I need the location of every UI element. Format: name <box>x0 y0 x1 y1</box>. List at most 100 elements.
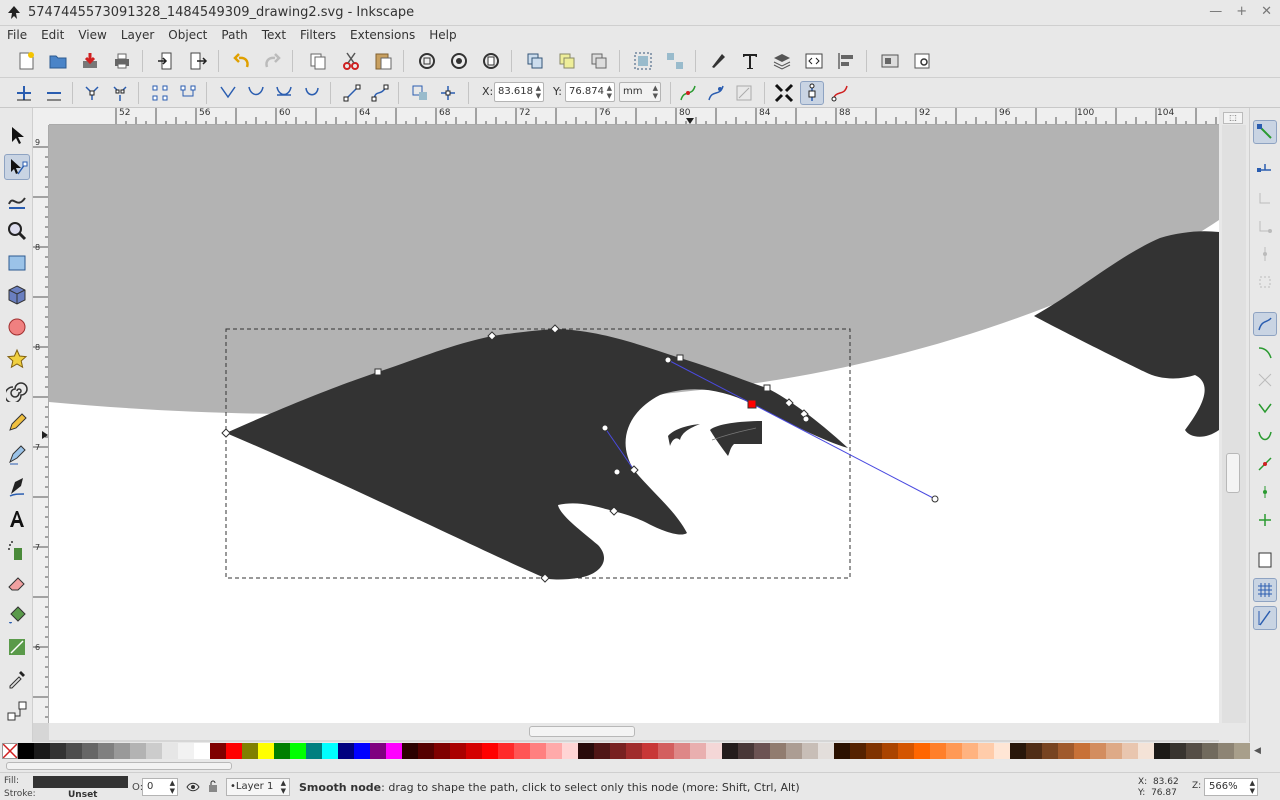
color-swatch[interactable] <box>386 743 402 759</box>
zoom-input[interactable]: 566% ▲ ▼ <box>1204 778 1258 796</box>
ellipse-tool[interactable] <box>4 314 30 340</box>
color-swatch[interactable] <box>530 743 546 759</box>
menu-layer[interactable]: Layer <box>114 28 161 42</box>
menu-path[interactable]: Path <box>214 28 254 42</box>
color-swatch[interactable] <box>1042 743 1058 759</box>
color-swatch[interactable] <box>626 743 642 759</box>
color-swatch[interactable] <box>514 743 530 759</box>
scroll-thumb[interactable] <box>1226 453 1240 493</box>
text-font-button[interactable] <box>738 49 762 73</box>
color-swatch[interactable] <box>194 743 210 759</box>
color-swatch[interactable] <box>1154 743 1170 759</box>
delete-node-button[interactable] <box>42 81 66 105</box>
node-handle[interactable] <box>664 356 672 364</box>
xml-editor-button[interactable] <box>802 49 826 73</box>
object-to-path-button[interactable] <box>408 81 432 105</box>
color-swatch[interactable] <box>978 743 994 759</box>
color-swatch[interactable] <box>770 743 786 759</box>
color-swatch[interactable] <box>466 743 482 759</box>
color-swatch[interactable] <box>754 743 770 759</box>
snap-paths-button[interactable] <box>1253 340 1277 364</box>
pen-tool[interactable] <box>4 442 30 468</box>
color-swatch[interactable] <box>610 743 626 759</box>
color-swatch[interactable] <box>82 743 98 759</box>
color-swatch[interactable] <box>834 743 850 759</box>
color-swatch[interactable] <box>402 743 418 759</box>
y-coordinate-input[interactable]: 76.874 ▲ ▼ <box>565 82 615 102</box>
zoom-page-button[interactable] <box>479 49 503 73</box>
color-swatch[interactable] <box>738 743 754 759</box>
connector-tool[interactable] <box>4 698 30 724</box>
palette-menu-icon[interactable]: ◀ <box>1254 746 1261 756</box>
color-swatch[interactable] <box>1010 743 1026 759</box>
color-swatch[interactable] <box>1026 743 1042 759</box>
node-smooth-button[interactable] <box>244 81 268 105</box>
ungroup-button[interactable] <box>663 49 687 73</box>
snap-smooth-nodes-button[interactable] <box>1253 424 1277 448</box>
save-button[interactable] <box>78 49 102 73</box>
color-swatch[interactable] <box>546 743 562 759</box>
duplicate-button[interactable] <box>523 49 547 73</box>
snap-bbox-corners-button[interactable] <box>1253 214 1277 238</box>
color-swatch[interactable] <box>354 743 370 759</box>
maximize-button[interactable]: + <box>1236 4 1247 19</box>
color-swatch[interactable] <box>482 743 498 759</box>
color-swatch[interactable] <box>914 743 930 759</box>
segment-line-button[interactable] <box>340 81 364 105</box>
no-paint-swatch[interactable] <box>2 743 18 759</box>
node-cusp-button[interactable] <box>216 81 240 105</box>
color-swatch[interactable] <box>450 743 466 759</box>
paint-bucket-tool[interactable] <box>4 602 30 628</box>
delete-segment-button[interactable] <box>176 81 200 105</box>
snap-line-midpoints-button[interactable] <box>1253 452 1277 476</box>
print-button[interactable] <box>110 49 134 73</box>
undo-button[interactable] <box>230 49 254 73</box>
align-distribute-button[interactable] <box>834 49 858 73</box>
color-swatch[interactable] <box>946 743 962 759</box>
preferences-button[interactable] <box>910 49 934 73</box>
snap-page-border-button[interactable] <box>1253 548 1277 572</box>
break-path-button[interactable] <box>108 81 132 105</box>
snap-enable-button[interactable] <box>1253 120 1277 144</box>
color-swatch[interactable] <box>1106 743 1122 759</box>
color-swatch[interactable] <box>1090 743 1106 759</box>
fragment-shape[interactable] <box>668 424 700 446</box>
fill-stroke-button[interactable] <box>706 49 730 73</box>
join-nodes-button[interactable] <box>80 81 104 105</box>
color-swatch[interactable] <box>146 743 162 759</box>
layers-button[interactable] <box>770 49 794 73</box>
node-handle[interactable] <box>802 415 810 423</box>
segment-curve-button[interactable] <box>368 81 392 105</box>
color-swatch[interactable] <box>962 743 978 759</box>
color-swatch[interactable] <box>594 743 610 759</box>
color-swatch[interactable] <box>274 743 290 759</box>
color-swatch[interactable] <box>1234 743 1250 759</box>
color-swatch[interactable] <box>802 743 818 759</box>
color-swatch[interactable] <box>1122 743 1138 759</box>
pencil-tool[interactable] <box>4 410 30 436</box>
color-swatch[interactable] <box>370 743 386 759</box>
lock-guides-button[interactable]: ⬚ <box>1223 112 1243 124</box>
current-layer-select[interactable]: •Layer 1 ▲ ▼ <box>226 778 290 796</box>
show-handles-button[interactable] <box>800 81 824 105</box>
spiral-tool[interactable] <box>4 378 30 404</box>
menu-edit[interactable]: Edit <box>34 28 71 42</box>
color-swatch[interactable] <box>930 743 946 759</box>
palette-scrollbar[interactable] <box>0 760 1280 772</box>
snap-intersections-button[interactable] <box>1253 368 1277 392</box>
color-swatch[interactable] <box>66 743 82 759</box>
menu-extensions[interactable]: Extensions <box>343 28 422 42</box>
snap-rotation-centers-button[interactable] <box>1253 508 1277 532</box>
cut-button[interactable] <box>339 49 363 73</box>
color-swatch[interactable] <box>1058 743 1074 759</box>
color-swatch[interactable] <box>786 743 802 759</box>
scroll-thumb[interactable] <box>529 726 635 737</box>
eraser-tool[interactable] <box>4 570 30 596</box>
color-swatch[interactable] <box>178 743 194 759</box>
color-swatch[interactable] <box>1218 743 1234 759</box>
menu-help[interactable]: Help <box>422 28 463 42</box>
unit-select[interactable]: mm ▲ ▼ <box>619 82 661 102</box>
color-swatch[interactable] <box>818 743 834 759</box>
vertical-ruler[interactable]: 9 8 8 7 7 6 <box>33 125 49 723</box>
snap-object-centers-button[interactable] <box>1253 480 1277 504</box>
